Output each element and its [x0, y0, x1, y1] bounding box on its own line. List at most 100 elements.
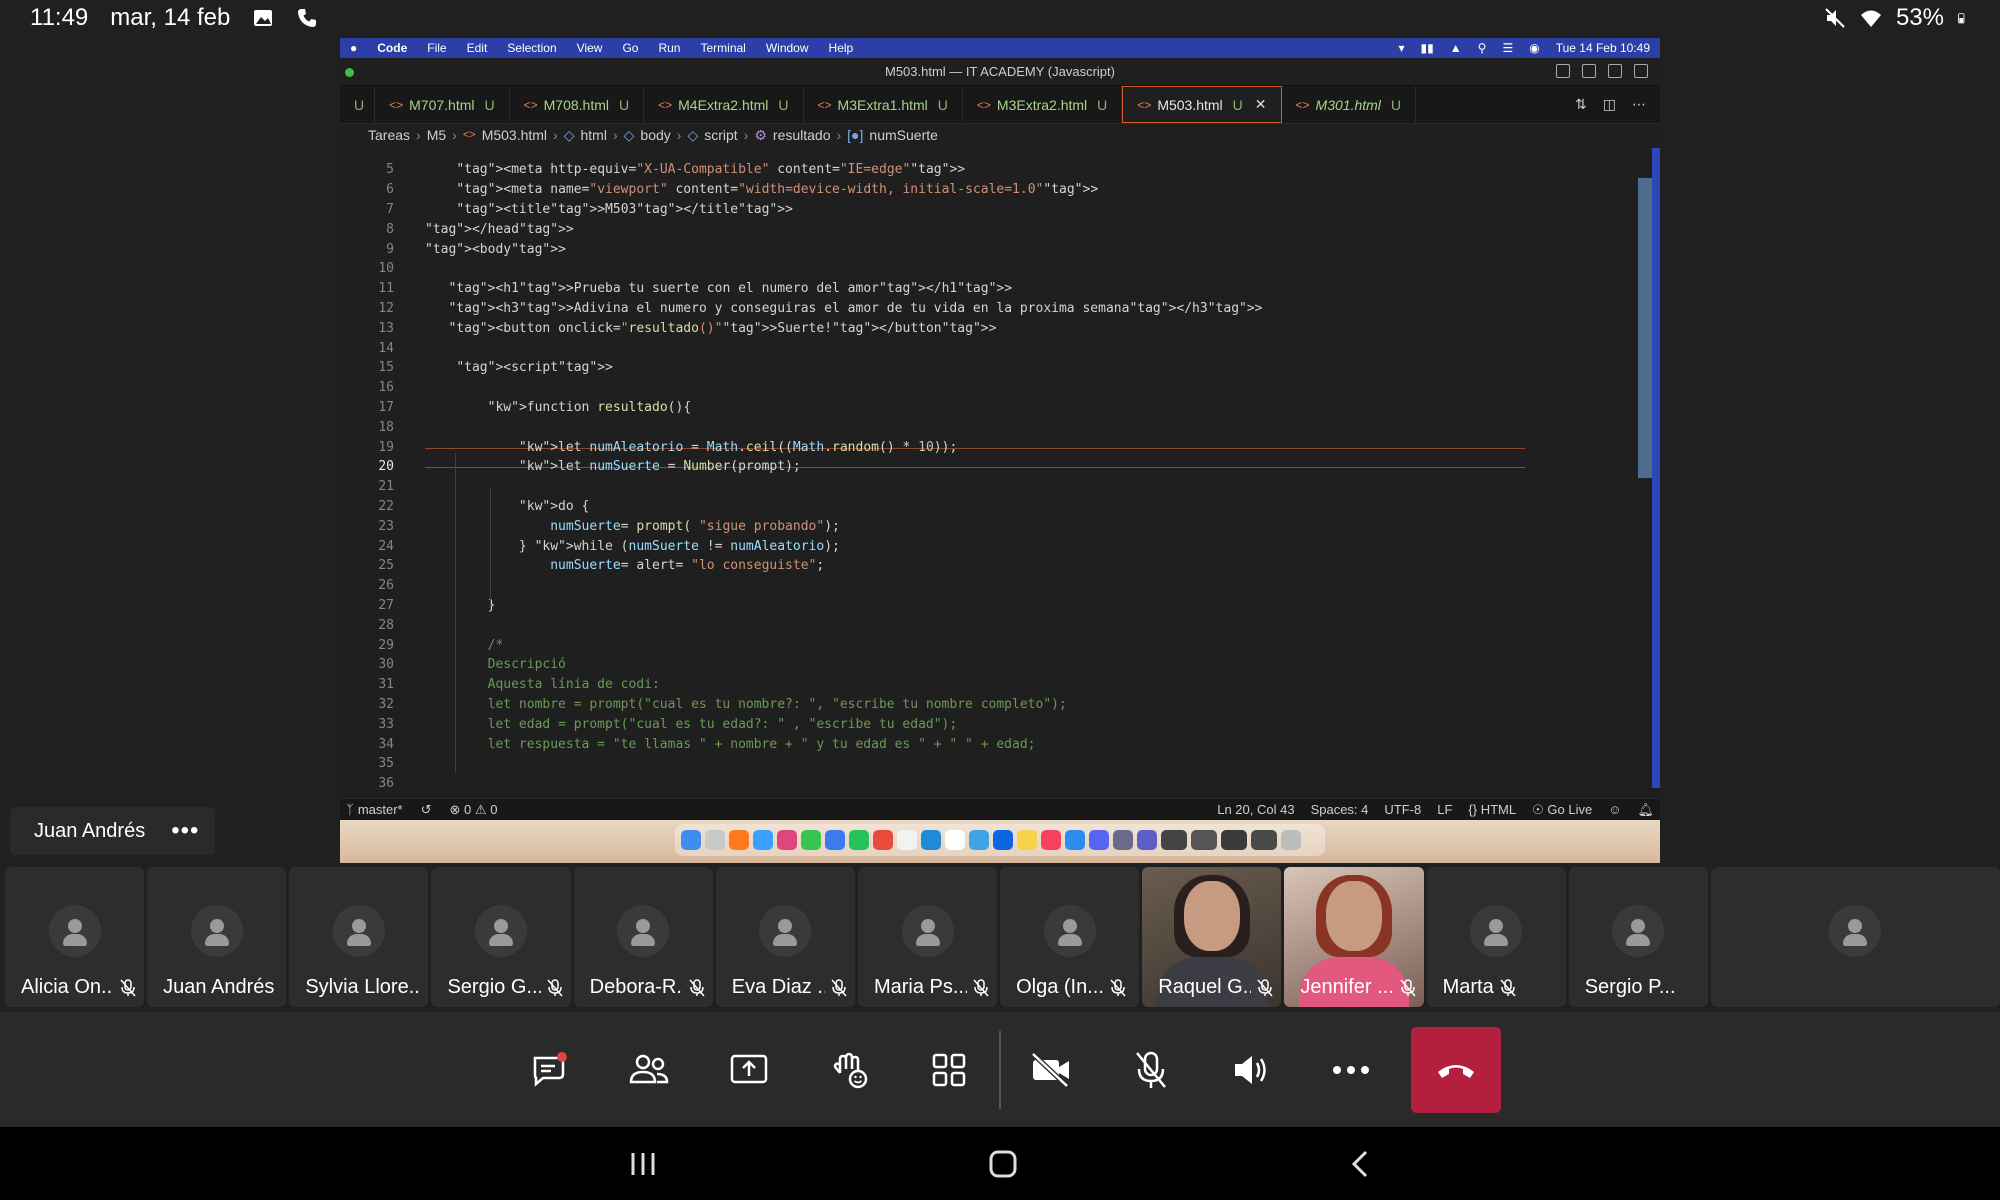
toggle-panel-icon[interactable] — [1582, 64, 1596, 78]
breadcrumb-item[interactable]: M5 — [427, 127, 446, 143]
notes-icon[interactable] — [1017, 830, 1037, 850]
calendar-icon[interactable] — [945, 830, 965, 850]
people-button[interactable] — [599, 1025, 699, 1115]
more-options-icon[interactable]: ••• — [171, 817, 199, 845]
mac-datetime[interactable]: Tue 14 Feb 10:49 — [1556, 41, 1650, 55]
window-green-dot[interactable] — [345, 68, 354, 77]
app-store-icon[interactable] — [1065, 830, 1085, 850]
code-line[interactable]: 12 "tag"><h3"tag">>Adivina el numero y c… — [340, 299, 1520, 319]
tab-m4extra2[interactable]: <> M4Extra2.html U — [644, 86, 804, 123]
participant-tile[interactable]: Juan Andrés — [147, 867, 287, 1007]
breadcrumb-item[interactable]: script — [704, 127, 737, 143]
tab-m707[interactable]: <> M707.html U — [375, 86, 510, 123]
menu-edit[interactable]: Edit — [467, 41, 488, 55]
home-icon[interactable] — [988, 1149, 1018, 1179]
code-line[interactable]: 6 "tag"><meta name="viewport" content="w… — [340, 180, 1520, 200]
code-line[interactable]: 35 — [340, 754, 1520, 774]
code-line[interactable]: 25 numSuerte= alert= "lo conseguiste"; — [340, 556, 1520, 576]
participant-tile[interactable]: Jennifer ... — [1284, 867, 1424, 1007]
branch-icon[interactable]: ᛉ — [346, 802, 354, 817]
menu-terminal[interactable]: Terminal — [700, 41, 745, 55]
code-line[interactable]: 28 — [340, 615, 1520, 635]
participant-tile[interactable]: Sergio G... — [431, 867, 571, 1007]
app-icon[interactable] — [969, 830, 989, 850]
notifications-icon[interactable]: 🔔︎ — [1637, 802, 1654, 818]
window-thumb-icon[interactable] — [1221, 830, 1247, 850]
breadcrumb-item[interactable]: html — [581, 127, 607, 143]
participant-tile[interactable]: Raquel G... — [1142, 867, 1282, 1007]
teams-icon[interactable] — [1137, 830, 1157, 850]
end-of-line[interactable]: LF — [1437, 802, 1452, 818]
code-editor[interactable]: 5 "tag"><meta http-equiv="X-UA-Compatibl… — [340, 148, 1660, 791]
gmail-icon[interactable] — [897, 830, 917, 850]
speaker-button[interactable] — [1201, 1025, 1301, 1115]
problems-indicator[interactable]: ⊗ 0 ⚠ 0 — [450, 802, 498, 818]
code-line[interactable]: 30 Descripció — [340, 655, 1520, 675]
code-line[interactable]: 16 — [340, 378, 1520, 398]
code-line[interactable]: 8 "tag"></head"tag">> — [340, 219, 1520, 239]
breadcrumb-item[interactable]: Tareas — [368, 127, 410, 143]
participant-tile[interactable]: Marta — [1426, 867, 1566, 1007]
apple-icon[interactable]: ● — [350, 41, 357, 55]
menu-file[interactable]: File — [427, 41, 446, 55]
participant-tile[interactable]: Debora-R... — [573, 867, 713, 1007]
siri-icon[interactable]: ◉ — [1529, 41, 1539, 55]
menu-code[interactable]: Code — [377, 41, 407, 55]
participant-tile[interactable]: Eva Diaz ... — [715, 867, 855, 1007]
view-layout-button[interactable] — [899, 1025, 999, 1115]
cursor-position[interactable]: Ln 20, Col 43 — [1217, 802, 1294, 818]
finder-icon[interactable] — [681, 830, 701, 850]
code-line[interactable]: 29 /* — [340, 635, 1520, 655]
back-icon[interactable] — [1348, 1149, 1372, 1179]
tab-m503[interactable]: <> M503.html U ✕ — [1122, 86, 1282, 123]
code-line[interactable]: 20 "kw">let numSuerte = Number(prompt); — [340, 457, 1520, 477]
launchpad-icon[interactable] — [705, 830, 725, 850]
code-line[interactable]: 32 let nombre = prompt("cual es tu nombr… — [340, 695, 1520, 715]
code-line[interactable]: 21 — [340, 477, 1520, 497]
split-editor-icon[interactable]: ◫ — [1603, 96, 1616, 113]
battery-mac-icon[interactable]: ▮▮ — [1421, 41, 1434, 55]
menu-go[interactable]: Go — [622, 41, 638, 55]
editor-scrollbar[interactable] — [1638, 178, 1652, 478]
code-line[interactable]: 27 } — [340, 596, 1520, 616]
compare-changes-icon[interactable]: ⇅ — [1575, 96, 1587, 113]
participant-tile[interactable]: Olga (In... — [1000, 867, 1140, 1007]
menu-help[interactable]: Help — [829, 41, 854, 55]
code-line[interactable]: 18 — [340, 417, 1520, 437]
toggle-sidebar-icon[interactable] — [1556, 64, 1570, 78]
tab-m301[interactable]: <> M301.html U — [1282, 86, 1417, 123]
code-line[interactable]: 10 — [340, 259, 1520, 279]
code-line[interactable]: 22 "kw">do { — [340, 497, 1520, 517]
code-line[interactable]: 9 "tag"><body"tag">> — [340, 239, 1520, 259]
language-mode[interactable]: {} HTML — [1468, 802, 1516, 818]
menu-run[interactable]: Run — [658, 41, 680, 55]
toggle-secondary-sidebar-icon[interactable] — [1608, 64, 1622, 78]
customize-layout-icon[interactable] — [1634, 64, 1648, 78]
vscode-icon[interactable] — [921, 830, 941, 850]
mic-toggle-button[interactable] — [1101, 1025, 1201, 1115]
app-icon[interactable] — [1113, 830, 1133, 850]
breadcrumb-item[interactable]: M503.html — [482, 127, 547, 143]
participant-tile[interactable]: Sergio P... — [1568, 867, 1708, 1007]
control-center-icon[interactable]: ☰ — [1502, 41, 1513, 55]
more-actions-icon[interactable]: ⋯ — [1632, 96, 1646, 113]
trello-icon[interactable] — [993, 830, 1013, 850]
code-line[interactable]: 33 let edad = prompt("cual es tu edad?: … — [340, 714, 1520, 734]
code-line[interactable]: 36 — [340, 774, 1520, 794]
code-line[interactable]: 26 — [340, 576, 1520, 596]
code-line[interactable]: 7 "tag"><title"tag">>M503"tag"></title"t… — [340, 200, 1520, 220]
breadcrumb-item[interactable]: numSuerte — [869, 127, 937, 143]
tab-partial[interactable]: U — [340, 86, 376, 123]
breadcrumb-item[interactable]: body — [640, 127, 670, 143]
chat-button[interactable] — [499, 1025, 599, 1115]
whatsapp-icon[interactable] — [849, 830, 869, 850]
indentation[interactable]: Spaces: 4 — [1311, 802, 1369, 818]
music-icon[interactable] — [1041, 830, 1061, 850]
code-line[interactable]: 19 "kw">let numAleatorio = Math.ceil((Ma… — [340, 437, 1520, 457]
safari-icon[interactable] — [753, 830, 773, 850]
code-line[interactable]: 15 "tag"><script"tag">> — [340, 358, 1520, 378]
go-live-button[interactable]: ☉ Go Live — [1532, 802, 1592, 818]
hang-up-button[interactable] — [1411, 1026, 1501, 1113]
wifi-mac-icon[interactable]: ▲ — [1450, 41, 1462, 55]
search-icon[interactable]: ⚲ — [1478, 41, 1487, 55]
